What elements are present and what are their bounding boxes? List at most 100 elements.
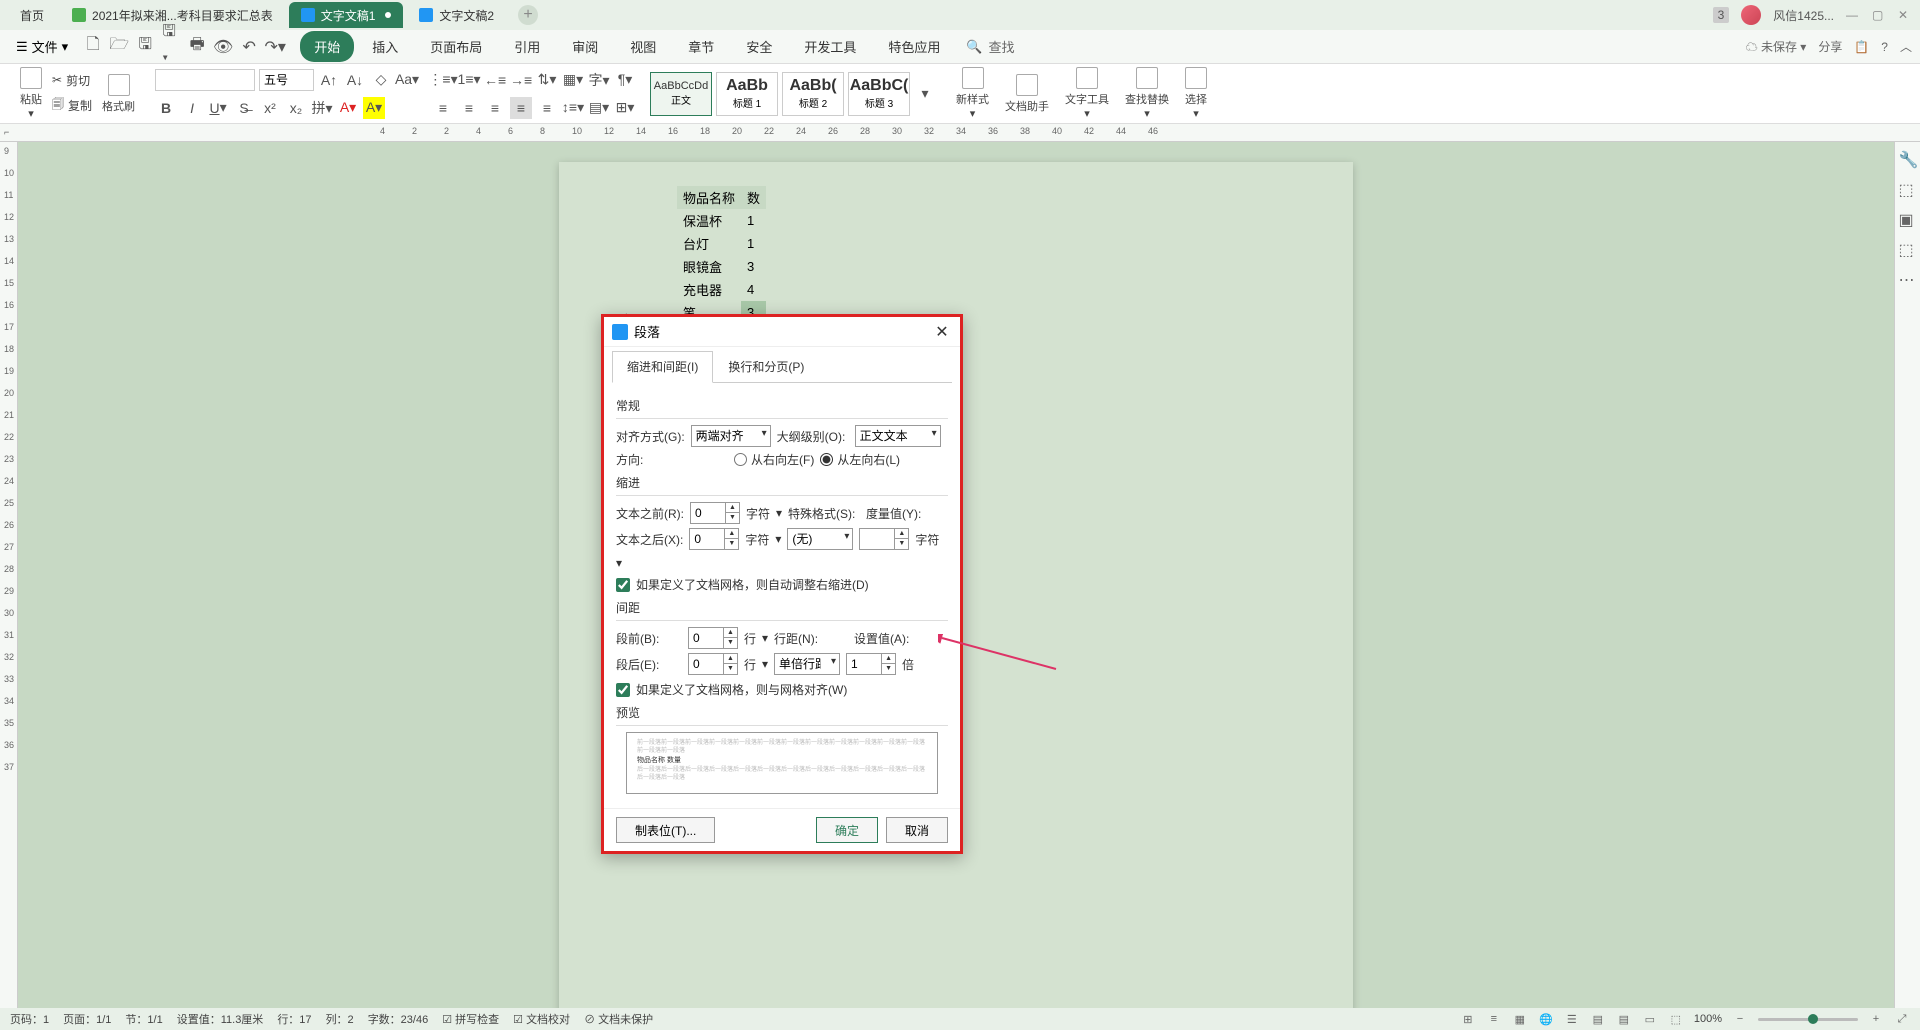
doc-helper-button[interactable]: 文档助手	[999, 64, 1055, 123]
tab-add-button[interactable]: +	[518, 5, 538, 25]
doc-table[interactable]: 物品名称数 保温杯1 台灯1 眼镜盒3 充电器4 笔3	[677, 186, 766, 324]
special-select[interactable]: (无)	[787, 528, 853, 550]
menu-dev-tools[interactable]: 开发工具	[790, 31, 870, 62]
align-select[interactable]: 两端对齐	[691, 425, 771, 447]
tab-home[interactable]: 首页	[8, 2, 56, 28]
unit-char[interactable]: 字符	[915, 531, 939, 548]
phonetic-icon[interactable]: 拼▾	[311, 97, 333, 119]
unit-char[interactable]: 字符	[746, 505, 770, 522]
tab-doc1[interactable]: 文字文稿1	[289, 2, 404, 28]
new-icon[interactable]: 🗋	[84, 38, 102, 56]
sb-setvalue[interactable]: 设置值：11.3厘米	[177, 1011, 264, 1027]
sort-icon[interactable]: ⇅▾	[536, 69, 558, 91]
minimize-icon[interactable]: —	[1846, 8, 1860, 22]
menu-references[interactable]: 引用	[500, 31, 554, 62]
align-center-icon[interactable]: ≡	[458, 97, 480, 119]
decrease-font-icon[interactable]: A↓	[344, 69, 366, 91]
tool-icon[interactable]: ⬚	[1899, 180, 1917, 198]
ruler-vertical[interactable]: 9101112131415161718192021222324252627282…	[0, 142, 18, 1008]
zoom-in-icon[interactable]: +	[1868, 1011, 1884, 1027]
select-button[interactable]: 选择▾	[1179, 64, 1213, 123]
sb-protect[interactable]: ⊘ 文档未保护	[584, 1011, 653, 1027]
zoom-out-icon[interactable]: −	[1732, 1011, 1748, 1027]
table-header[interactable]: 物品名称	[677, 186, 741, 209]
find-replace-button[interactable]: 查找替换▾	[1119, 64, 1175, 123]
sb-col[interactable]: 列：2	[326, 1011, 354, 1027]
style-box-h3[interactable]: AaBbC(标题 3	[848, 72, 910, 116]
menu-special[interactable]: 特色应用	[874, 31, 954, 62]
align-left-icon[interactable]: ≡	[432, 97, 454, 119]
sb-spell[interactable]: ☑ 拼写检查	[442, 1011, 499, 1027]
style-box-body[interactable]: AaBbCcDd正文	[650, 72, 712, 116]
set-value-spinner[interactable]: ▲▼	[846, 653, 896, 675]
file-menu[interactable]: ☰ 文件 ▾	[8, 33, 76, 60]
dialog-titlebar[interactable]: 段落 ✕	[604, 317, 960, 347]
print-icon[interactable]: 🖶	[188, 38, 206, 56]
copy-button[interactable]: 🗐 复制	[52, 95, 92, 116]
paste-button[interactable]: 粘贴▾	[14, 64, 48, 123]
tab-stops-button[interactable]: 制表位(T)...	[616, 817, 715, 843]
save-icon[interactable]: 🖫	[136, 38, 154, 56]
font-name-select[interactable]	[155, 69, 255, 91]
rtl-radio[interactable]: 从右向左(F)	[734, 451, 814, 468]
unit-line[interactable]: 行	[744, 630, 756, 647]
tab-line-page-break[interactable]: 换行和分页(P)	[713, 351, 819, 382]
style-more-icon[interactable]: ▾	[914, 83, 936, 105]
mode-icon[interactable]: ☰	[1564, 1011, 1580, 1027]
menu-page-layout[interactable]: 页面布局	[416, 31, 496, 62]
fit-icon[interactable]: ⤢	[1894, 1011, 1910, 1027]
line-spacing-select[interactable]: 单倍行距	[774, 653, 840, 675]
view-book-icon[interactable]: ⬚	[1668, 1011, 1684, 1027]
saveas-icon[interactable]: 🖫▾	[162, 38, 180, 56]
indent-dec-icon[interactable]: ←≡	[484, 69, 506, 91]
bullets-icon[interactable]: ⋮≡▾	[432, 69, 454, 91]
outline-select[interactable]: 正文文本	[855, 425, 941, 447]
mode-icon[interactable]: ≡	[1486, 1011, 1502, 1027]
unit-char[interactable]: 字符	[745, 531, 769, 548]
superscript-icon[interactable]: x²	[259, 97, 281, 119]
align-dist-icon[interactable]: ≡	[536, 97, 558, 119]
document-area[interactable]: 物品名称数 保温杯1 台灯1 眼镜盒3 充电器4 笔3 ↵ ▾ 段落 ✕ 缩进和…	[18, 142, 1894, 1008]
menu-insert[interactable]: 插入	[358, 31, 412, 62]
help-icon[interactable]: ?	[1881, 40, 1888, 54]
undo-icon[interactable]: ↶	[240, 38, 258, 56]
font-tool-button[interactable]: 文字工具▾	[1059, 64, 1115, 123]
tool-icon[interactable]: ⋯	[1899, 270, 1917, 288]
format-painter-button[interactable]: 格式刷	[96, 64, 141, 123]
username-label[interactable]: 风信1425...	[1773, 7, 1834, 24]
mode-icon[interactable]: 🌐	[1538, 1011, 1554, 1027]
cancel-button[interactable]: 取消	[886, 817, 948, 843]
collapse-ribbon-icon[interactable]: ︿	[1900, 38, 1912, 55]
tool-icon[interactable]: ▣	[1899, 210, 1917, 228]
ruler-horizontal[interactable]: ⌐ 42246810121416182022242628303234363840…	[0, 124, 1920, 142]
show-marks-icon[interactable]: ¶▾	[614, 69, 636, 91]
sb-page-no[interactable]: 页码：1	[10, 1011, 49, 1027]
ruby-icon[interactable]: 字▾	[588, 69, 610, 91]
measure-spinner[interactable]: ▲▼	[859, 528, 909, 550]
new-style-button[interactable]: 新样式▾	[950, 64, 995, 123]
menu-security[interactable]: 安全	[732, 31, 786, 62]
ok-button[interactable]: 确定	[816, 817, 878, 843]
increase-font-icon[interactable]: A↑	[318, 69, 340, 91]
view-outline-icon[interactable]: ▭	[1642, 1011, 1658, 1027]
view-web-icon[interactable]: ▤	[1616, 1011, 1632, 1027]
search-box[interactable]: 🔍 查找	[966, 37, 1014, 56]
sb-row[interactable]: 行：17	[277, 1011, 311, 1027]
sb-page[interactable]: 页面：1/1	[63, 1011, 111, 1027]
numbering-icon[interactable]: 1≡▾	[458, 69, 480, 91]
align-justify-icon[interactable]: ≡	[510, 97, 532, 119]
font-color-icon[interactable]: A▾	[337, 97, 359, 119]
sb-section[interactable]: 节：1/1	[125, 1011, 162, 1027]
font-size-select[interactable]	[259, 69, 314, 91]
tab-indent-spacing[interactable]: 缩进和间距(I)	[612, 351, 713, 383]
shading-icon[interactable]: ▤▾	[588, 97, 610, 119]
cut-button[interactable]: ✂ 剪切	[52, 72, 92, 89]
border-icon[interactable]: ⊞▾	[614, 97, 636, 119]
print-preview-icon[interactable]: 👁	[214, 38, 232, 56]
auto-indent-checkbox[interactable]: 如果定义了文档网格，则自动调整右缩进(D)	[616, 576, 948, 593]
redo-icon[interactable]: ↷▾	[266, 38, 284, 56]
tool-icon[interactable]: 🔧	[1899, 150, 1917, 168]
borders-icon[interactable]: ▦▾	[562, 69, 584, 91]
mode-icon[interactable]: ▦	[1512, 1011, 1528, 1027]
tool-icon[interactable]: ⬚	[1899, 240, 1917, 258]
